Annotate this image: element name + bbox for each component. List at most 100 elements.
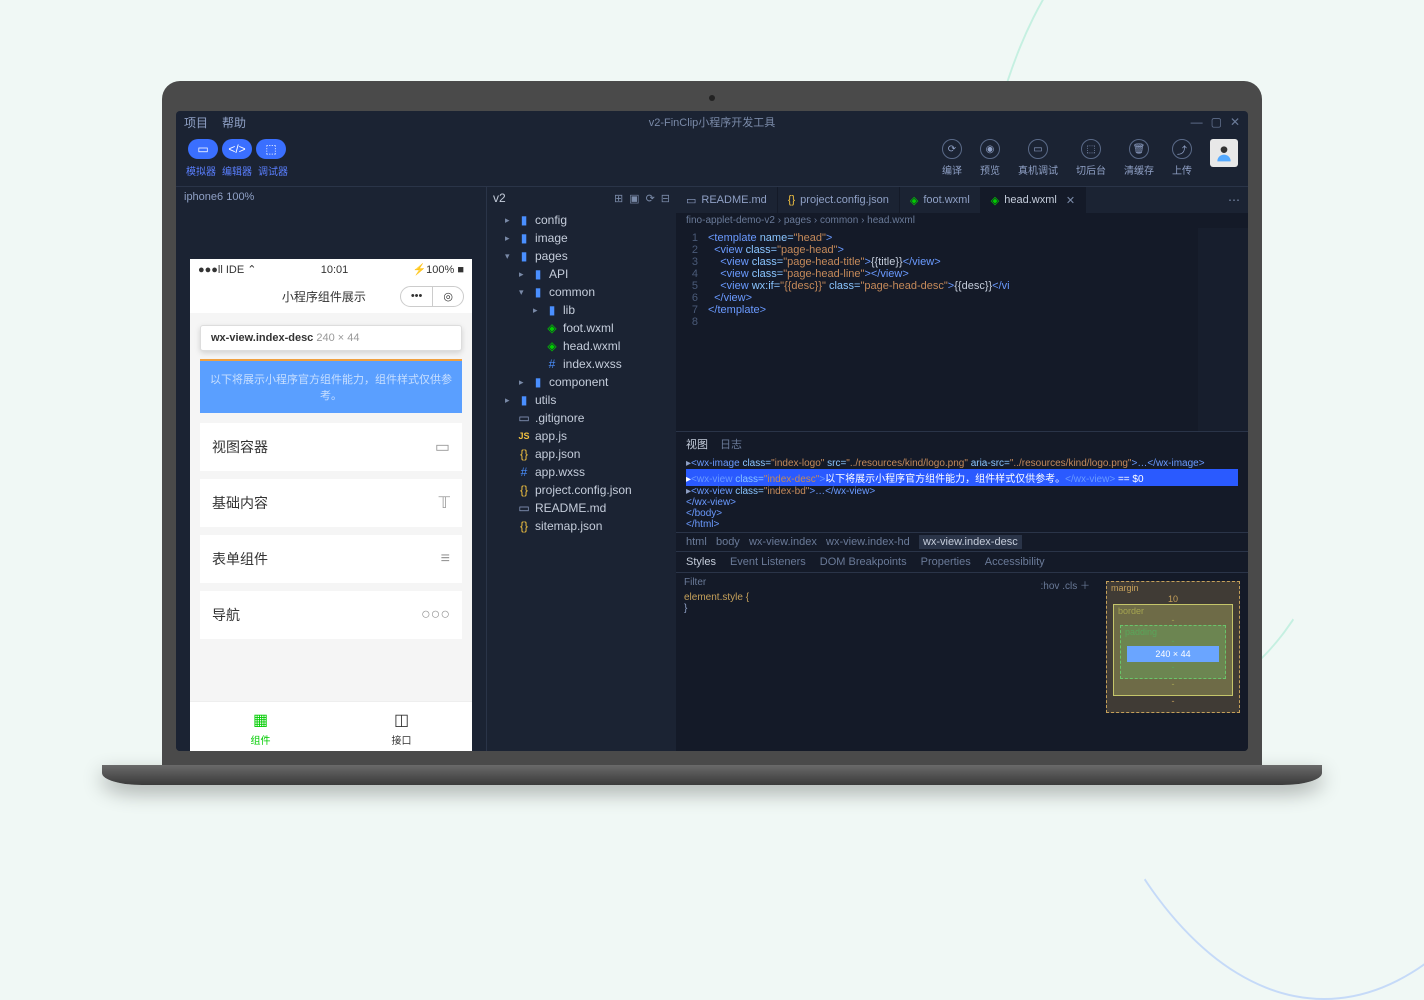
target-icon[interactable]: ◎ <box>433 287 463 306</box>
menu-item[interactable]: 导航○○○ <box>200 591 462 639</box>
editor-tab[interactable]: ◈foot.wxml <box>900 187 981 213</box>
minimize-icon[interactable]: — <box>1191 115 1203 129</box>
hov-cls-controls[interactable]: :hov .cls ＋ <box>1041 577 1090 592</box>
menu-item[interactable]: 表单组件≡ <box>200 535 462 583</box>
pill-label-editor: 编辑器 <box>222 163 252 178</box>
pill-simulator[interactable]: ▭ <box>188 139 218 159</box>
breadcrumb-segment[interactable]: html <box>686 536 707 548</box>
maximize-icon[interactable]: ▢ <box>1211 115 1222 129</box>
pill-debug[interactable]: ⬚ <box>256 139 286 159</box>
devtools-subtab[interactable]: Properties <box>921 556 971 568</box>
tool-preview[interactable]: ◉预览 <box>980 139 1000 177</box>
styles-panel[interactable]: Filter:hov .cls ＋ element.style {}</span… <box>676 573 1098 751</box>
tool-compile[interactable]: ⟳编译 <box>942 139 962 177</box>
background-icon: ⬚ <box>1081 139 1101 159</box>
box-content: 240 × 44 <box>1127 646 1219 662</box>
breadcrumb-segment[interactable]: body <box>716 536 740 548</box>
editor-tabs: ▭README.md{}project.config.json◈foot.wxm… <box>676 187 1248 213</box>
avatar[interactable] <box>1210 139 1238 167</box>
new-file-icon[interactable]: ⊞ <box>614 192 623 205</box>
dom-tree[interactable]: ▸<wx-image class="index-logo" src="../re… <box>676 456 1248 532</box>
tab-api[interactable]: ◫接口 <box>331 702 472 751</box>
menu-item[interactable]: 视图容器▭ <box>200 423 462 471</box>
tree-item[interactable]: ▸▮API <box>487 265 676 283</box>
more-icon[interactable]: ••• <box>401 287 434 306</box>
devtools-subtab[interactable]: Event Listeners <box>730 556 806 568</box>
project-root[interactable]: v2 <box>493 191 506 205</box>
breadcrumb-segment[interactable]: wx-view.index-hd <box>826 536 910 548</box>
devtools-subtab[interactable]: Styles <box>686 556 716 568</box>
new-folder-icon[interactable]: ▣ <box>629 192 639 205</box>
box-model: margin10 border- padding- 240 × 44 - - - <box>1098 573 1248 751</box>
tree-item[interactable]: ▸▮component <box>487 373 676 391</box>
tool-remote[interactable]: ▭真机调试 <box>1018 139 1058 177</box>
editor-tab[interactable]: ◈head.wxml✕ <box>981 187 1086 213</box>
devtools-subtab[interactable]: Accessibility <box>985 556 1045 568</box>
tree-item[interactable]: {}project.config.json <box>487 481 676 499</box>
devtools-tab-view[interactable]: 视图 <box>686 436 708 452</box>
devtools-tab-log[interactable]: 日志 <box>720 436 742 452</box>
tree-item[interactable]: {}sitemap.json <box>487 517 676 535</box>
tool-background[interactable]: ⬚切后台 <box>1076 139 1106 177</box>
filter-input[interactable]: Filter <box>684 577 706 592</box>
tree-item[interactable]: ▾▮common <box>487 283 676 301</box>
close-icon[interactable]: ✕ <box>1230 115 1240 129</box>
phone-statusbar: ●●●ll IDE ⌃ 10:01 ⚡100% ■ <box>190 259 472 280</box>
highlighted-element[interactable]: 以下将展示小程序官方组件能力，组件样式仅供参考。 <box>200 359 462 413</box>
menu-item[interactable]: 基础内容𝕋 <box>200 479 462 527</box>
signal-icon: ●●●ll IDE ⌃ <box>198 263 257 276</box>
tree-item[interactable]: JSapp.js <box>487 427 676 445</box>
menu-help[interactable]: 帮助 <box>222 114 246 131</box>
tree-item[interactable]: {}app.json <box>487 445 676 463</box>
tree-item[interactable]: ▭.gitignore <box>487 409 676 427</box>
preview-icon: ◉ <box>980 139 1000 159</box>
ide-window: 项目 帮助 v2-FinClip小程序开发工具 — ▢ ✕ ▭ </> ⬚ <box>176 111 1248 751</box>
tool-upload[interactable]: ⤴上传 <box>1172 139 1192 177</box>
devtools-subtab[interactable]: DOM Breakpoints <box>820 556 907 568</box>
refresh-icon[interactable]: ⟳ <box>646 192 655 205</box>
tree-item[interactable]: #app.wxss <box>487 463 676 481</box>
upload-icon: ⤴ <box>1172 139 1192 159</box>
pill-editor[interactable]: </> <box>222 139 252 159</box>
remote-icon: ▭ <box>1028 139 1048 159</box>
more-tabs-icon[interactable]: ⋯ <box>1220 193 1248 207</box>
window-title: v2-FinClip小程序开发工具 <box>649 114 776 130</box>
minimap[interactable] <box>1198 228 1248 431</box>
editor-tab[interactable]: ▭README.md <box>676 187 778 213</box>
menu-item-icon: ○○○ <box>421 606 450 624</box>
capsule[interactable]: •••◎ <box>400 286 464 307</box>
tree-item[interactable]: ▸▮lib <box>487 301 676 319</box>
window-controls: — ▢ ✕ <box>1191 115 1240 129</box>
laptop-mockup: 项目 帮助 v2-FinClip小程序开发工具 — ▢ ✕ ▭ </> ⬚ <box>162 81 1262 785</box>
breadcrumb: fino-applet-demo-v2 › pages › common › h… <box>676 213 1248 228</box>
collapse-icon[interactable]: ⊟ <box>661 192 670 205</box>
tree-item[interactable]: ▸▮utils <box>487 391 676 409</box>
phone-tabbar: ▦组件 ◫接口 <box>190 701 472 751</box>
tree-item[interactable]: ◈foot.wxml <box>487 319 676 337</box>
tree-item[interactable]: ▸▮config <box>487 211 676 229</box>
tree-item[interactable]: #index.wxss <box>487 355 676 373</box>
phone-preview: ●●●ll IDE ⌃ 10:01 ⚡100% ■ 小程序组件展示 •••◎ w… <box>190 259 472 751</box>
editor-tab[interactable]: {}project.config.json <box>778 187 900 213</box>
tool-cache[interactable]: 🗑清缓存 <box>1124 139 1154 177</box>
toolbar: ▭ </> ⬚ 模拟器 编辑器 调试器 ⟳编译 ◉预览 ▭真机调试 ⬚切后台 <box>176 133 1248 186</box>
menu-item-icon: ≡ <box>441 550 450 568</box>
tree-item[interactable]: ▾▮pages <box>487 247 676 265</box>
breadcrumb-segment[interactable]: wx-view.index <box>749 536 817 548</box>
close-tab-icon[interactable]: ✕ <box>1066 194 1075 207</box>
code-editor[interactable]: 1<template name="head">2 <view class="pa… <box>676 228 1248 431</box>
dom-breadcrumb: html body wx-view.index wx-view.index-hd… <box>676 532 1248 551</box>
menu-project[interactable]: 项目 <box>184 114 208 131</box>
breadcrumb-segment[interactable]: wx-view.index-desc <box>919 535 1022 549</box>
tree-item[interactable]: ◈head.wxml <box>487 337 676 355</box>
simulator-device-label: iphone6 100% <box>176 187 486 207</box>
cache-icon: 🗑 <box>1129 139 1149 159</box>
tree-item[interactable]: ▸▮image <box>487 229 676 247</box>
tab-component[interactable]: ▦组件 <box>190 702 331 751</box>
tree-item[interactable]: ▭README.md <box>487 499 676 517</box>
laptop-base <box>102 765 1322 785</box>
menu-item-icon: ▭ <box>435 437 450 457</box>
component-icon: ▦ <box>190 710 331 730</box>
editor-column: ▭README.md{}project.config.json◈foot.wxm… <box>676 186 1248 751</box>
simulator-panel: iphone6 100% ●●●ll IDE ⌃ 10:01 ⚡100% ■ 小… <box>176 186 486 751</box>
